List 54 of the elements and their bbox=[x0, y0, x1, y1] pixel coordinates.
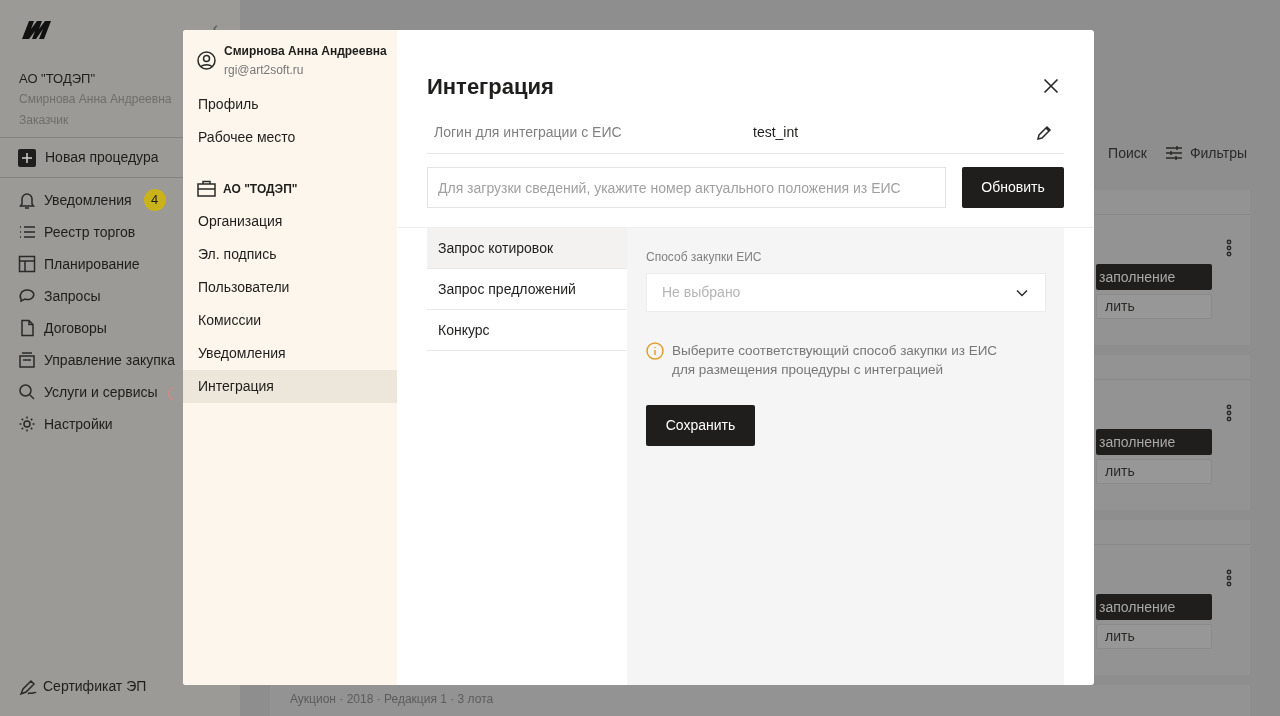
box-icon bbox=[18, 351, 36, 369]
layout-icon bbox=[18, 255, 36, 273]
filters-link[interactable]: Фильтры bbox=[1189, 142, 1247, 164]
nav-link[interactable]: Запросы bbox=[44, 285, 101, 307]
nav-link[interactable]: Услуги и сервисы bbox=[44, 381, 158, 403]
hint-text: Выберите соответствующий способ закупки из ЕИС для размещения процедуры с интеграцией bbox=[672, 342, 999, 379]
logo-icon bbox=[20, 19, 54, 41]
field-label: Логин для интеграции с ЕИС bbox=[434, 123, 623, 142]
fill-button[interactable]: заполнение bbox=[1096, 264, 1212, 290]
account-name: Смирнова Анна Андреевна bbox=[224, 43, 387, 60]
login-value: test_int bbox=[753, 123, 800, 142]
delete-button[interactable]: лить bbox=[1096, 294, 1212, 319]
delete-button[interactable]: лить bbox=[1096, 459, 1212, 484]
nav-link[interactable]: Реестр торгов bbox=[44, 221, 136, 243]
chat-icon bbox=[18, 287, 36, 305]
nav-link[interactable]: Настройки bbox=[44, 413, 113, 435]
document-icon bbox=[18, 319, 36, 337]
select-placeholder: Не выбрано bbox=[662, 283, 741, 302]
nav-link[interactable]: Уведомления bbox=[44, 189, 132, 211]
certificate-link[interactable]: Сертификат ЭП bbox=[43, 676, 147, 697]
chevron-down-icon bbox=[1016, 288, 1028, 297]
save-button[interactable]: Сохранить bbox=[646, 405, 755, 446]
new-procedure-link[interactable]: Новая процедура bbox=[45, 147, 159, 168]
briefcase-icon bbox=[197, 180, 216, 197]
filter-icon bbox=[1164, 145, 1183, 161]
plus-icon bbox=[18, 148, 36, 167]
notification-badge: 4 bbox=[143, 189, 166, 211]
gear-icon bbox=[18, 415, 36, 433]
bell-icon bbox=[18, 191, 36, 209]
fill-button[interactable]: заполнение bbox=[1096, 429, 1212, 455]
procedure-type-tab[interactable]: Запрос котировок bbox=[427, 228, 627, 269]
settings-nav-item[interactable]: Интеграция bbox=[183, 370, 397, 403]
field-label: Способ закупки ЕИС bbox=[646, 249, 763, 266]
close-icon[interactable] bbox=[1043, 78, 1059, 94]
nav-link[interactable]: Планирование bbox=[44, 253, 140, 275]
fill-button[interactable]: заполнение bbox=[1096, 594, 1212, 620]
pencil-icon[interactable] bbox=[1036, 124, 1052, 141]
info-icon bbox=[646, 342, 664, 360]
update-button[interactable]: Обновить bbox=[962, 167, 1064, 208]
delete-button[interactable]: лить bbox=[1096, 624, 1212, 649]
nav-link[interactable]: Управление закупка bbox=[44, 349, 175, 371]
more-icon bbox=[1226, 569, 1232, 587]
more-icon bbox=[1226, 239, 1232, 257]
org-name: АО "ТОДЭП" bbox=[18, 70, 96, 88]
user-icon bbox=[197, 51, 216, 70]
account-email: rgi@art2soft.ru bbox=[224, 62, 305, 79]
nav-link[interactable]: Договоры bbox=[44, 317, 107, 339]
signature-icon bbox=[19, 677, 37, 696]
more-icon bbox=[1226, 404, 1232, 422]
organization-name: АО "ТОДЭП" bbox=[223, 180, 298, 198]
search-link[interactable]: Поиск bbox=[1108, 142, 1147, 164]
position-number-field[interactable]: Для загрузки сведений, укажите номер актуального положения из ЕИС bbox=[427, 167, 946, 208]
dialog-title: Интеграция bbox=[427, 72, 554, 101]
list-icon bbox=[18, 223, 36, 241]
